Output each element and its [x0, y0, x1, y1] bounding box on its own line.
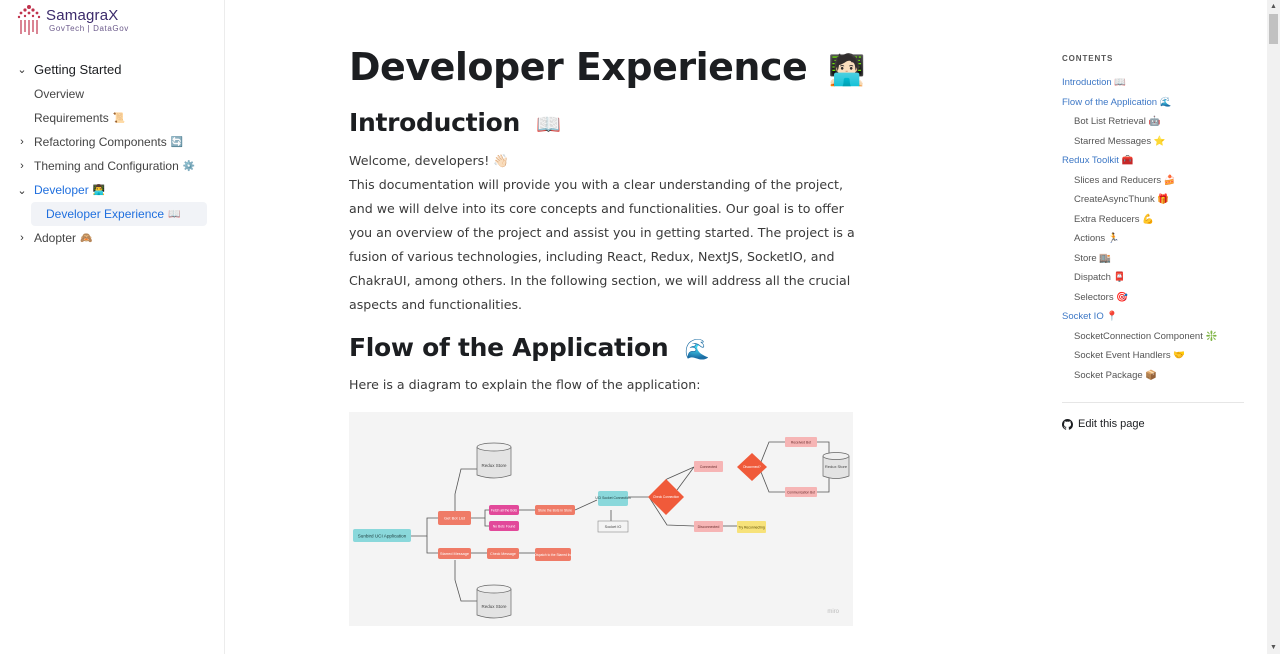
flow-paragraph: Here is a diagram to explain the flow of… — [349, 377, 701, 392]
introduction-heading: Introduction 📖 — [349, 108, 561, 137]
developer-icon: 👨‍💻 — [92, 184, 106, 196]
scroll-up-icon[interactable]: ▲ — [1270, 3, 1277, 10]
toc-divider — [1062, 402, 1244, 403]
sidebar-item-developer[interactable]: ⌄ Developer 👨‍💻 — [14, 178, 210, 202]
start-node-label: Sunbird UCI Application — [358, 534, 407, 539]
socket-connection-label: UCI Socket Connection — [595, 496, 630, 500]
toc-item[interactable]: Socket Event Handlers 🤝 — [1062, 346, 1244, 366]
chevron-down-icon: ⌄ — [17, 184, 27, 197]
sidebar-item-label: Getting Started — [34, 61, 122, 77]
introduction-heading-text: Introduction — [349, 108, 520, 137]
brand-tagline: GovTech | DataGov — [49, 24, 129, 33]
try-reconnect-label: Try Reconnecting — [738, 526, 765, 530]
toc-item[interactable]: SocketConnection Component ❇️ — [1062, 327, 1244, 347]
toc-item[interactable]: Redux Toolkit 🧰 — [1062, 151, 1244, 171]
sidebar-item-label: Developer Experience — [46, 207, 165, 221]
chevron-right-icon: › — [20, 136, 24, 148]
sidebar-item-developer-experience[interactable]: Developer Experience 📖 — [31, 202, 207, 226]
book-icon: 📖 — [536, 112, 561, 136]
samagrax-logo-icon — [16, 4, 42, 36]
disconnect-decision-label: Disconnect? — [743, 465, 761, 469]
introduction-paragraph: This documentation will provide you with… — [349, 177, 855, 312]
toc-item[interactable]: Bot List Retrieval 🤖 — [1062, 112, 1244, 132]
toc-item[interactable]: Socket IO 📍 — [1062, 307, 1244, 327]
connected-label: Connected — [700, 465, 717, 469]
sidebar-nav: ⌄ Getting Started Overview Requirements … — [14, 56, 210, 250]
sidebar-item-label: Developer — [34, 183, 89, 197]
edit-page-link[interactable]: Edit this page — [1062, 418, 1145, 430]
toc-item[interactable]: Socket Package 📦 — [1062, 366, 1244, 386]
socket-io-label: Socket IO — [605, 525, 622, 529]
table-of-contents: CONTENTS Introduction 📖 Flow of the Appl… — [1062, 54, 1244, 385]
miro-watermark: miro — [827, 609, 839, 615]
edit-page-label: Edit this page — [1078, 418, 1145, 430]
redux-store-db: Redux Store — [476, 584, 512, 619]
check-connection-label: Check Connection — [653, 495, 679, 499]
sidebar-item-label: Overview — [34, 87, 85, 101]
get-bot-list-label: Get Bot List — [444, 516, 466, 521]
chevron-right-icon: › — [20, 232, 24, 244]
fetch-bots-label: Fetch all the Bots — [491, 509, 518, 513]
page-title: Developer Experience 🧑🏻‍💻 — [349, 45, 865, 89]
redux-store-label: Redux Store — [825, 464, 848, 469]
toc-item[interactable]: Dispatch 📮 — [1062, 268, 1244, 288]
no-bots-label: No Bots Found — [493, 525, 516, 529]
toc-item[interactable]: Introduction 📖 — [1062, 73, 1244, 93]
flow-heading-text: Flow of the Application — [349, 333, 669, 362]
sidebar-item-adopter[interactable]: › Adopter 🙈 — [14, 226, 210, 250]
flow-diagram[interactable]: Redux Store Redux Store Redux Store Sunb… — [349, 412, 853, 626]
chevron-right-icon: › — [20, 160, 24, 172]
toc-item[interactable]: Store 🏬 — [1062, 249, 1244, 269]
redux-store-label: Redux Store — [481, 463, 507, 468]
page-title-text: Developer Experience — [349, 45, 808, 89]
starred-message-label: Starred Message — [440, 552, 469, 556]
sidebar-item-label: Refactoring Components — [34, 135, 167, 149]
redux-store-label: Redux Store — [481, 604, 507, 609]
scrollbar[interactable]: ▲ ▼ — [1267, 0, 1280, 654]
sidebar-item-refactoring-components[interactable]: › Refactoring Components 🔄 — [14, 130, 210, 154]
toc-item[interactable]: Flow of the Application 🌊 — [1062, 93, 1244, 113]
sidebar-item-requirements[interactable]: Requirements 📜 — [14, 106, 210, 130]
gear-icon: ⚙️ — [182, 160, 196, 172]
check-message-label: Check Message — [490, 552, 516, 556]
scroll-down-icon[interactable]: ▼ — [1270, 644, 1277, 651]
github-icon — [1062, 418, 1073, 430]
sidebar-item-label: Adopter — [34, 231, 77, 245]
toc-heading: CONTENTS — [1062, 54, 1114, 63]
toc-item[interactable]: Actions 🏃 — [1062, 229, 1244, 249]
brand-logo[interactable]: SamagraX GovTech | DataGov — [16, 4, 129, 36]
redux-store-db: Redux Store — [822, 452, 850, 479]
brand-name: SamagraX — [46, 7, 119, 24]
dispatch-starred-label: Dispatch to the Starred list — [534, 553, 571, 557]
sidebar-item-theming-configuration[interactable]: › Theming and Configuration ⚙️ — [14, 154, 210, 178]
sidebar-item-getting-started[interactable]: ⌄ Getting Started — [14, 56, 210, 82]
toc-item[interactable]: CreateAsyncThunk 🎁 — [1062, 190, 1244, 210]
chevron-down-icon: ⌄ — [17, 63, 27, 76]
scroll-icon: 📜 — [112, 112, 126, 124]
book-icon: 📖 — [168, 208, 181, 220]
toc-item[interactable]: Starred Messages ⭐ — [1062, 132, 1244, 152]
monkey-icon: 🙈 — [80, 232, 93, 244]
redux-store-db: Redux Store — [476, 442, 512, 479]
developer-icon: 🧑🏻‍💻 — [828, 53, 865, 88]
toc-item[interactable]: Slices and Reducers 🍰 — [1062, 171, 1244, 191]
received-bot-label: Received Bot — [791, 441, 811, 445]
wave-icon: 🌊 — [684, 337, 710, 361]
welcome-text: Welcome, developers! 👋🏻 — [349, 153, 509, 168]
disconnected-label: Disconnected — [698, 525, 720, 529]
sidebar: SamagraX GovTech | DataGov ⌄ Getting Sta… — [0, 0, 225, 654]
toc-item[interactable]: Extra Reducers 💪 — [1062, 210, 1244, 230]
store-bots-label: Store the Bots in Store — [538, 509, 572, 513]
communication-bot-label: Communication Bot — [787, 491, 815, 495]
sidebar-item-label: Requirements — [34, 111, 109, 125]
sidebar-item-overview[interactable]: Overview — [14, 82, 210, 106]
flow-heading: Flow of the Application 🌊 — [349, 333, 710, 362]
toc-item[interactable]: Selectors 🎯 — [1062, 288, 1244, 308]
scroll-thumb[interactable] — [1269, 14, 1278, 44]
refresh-icon: 🔄 — [170, 136, 184, 148]
sidebar-item-label: Theming and Configuration — [34, 159, 179, 173]
